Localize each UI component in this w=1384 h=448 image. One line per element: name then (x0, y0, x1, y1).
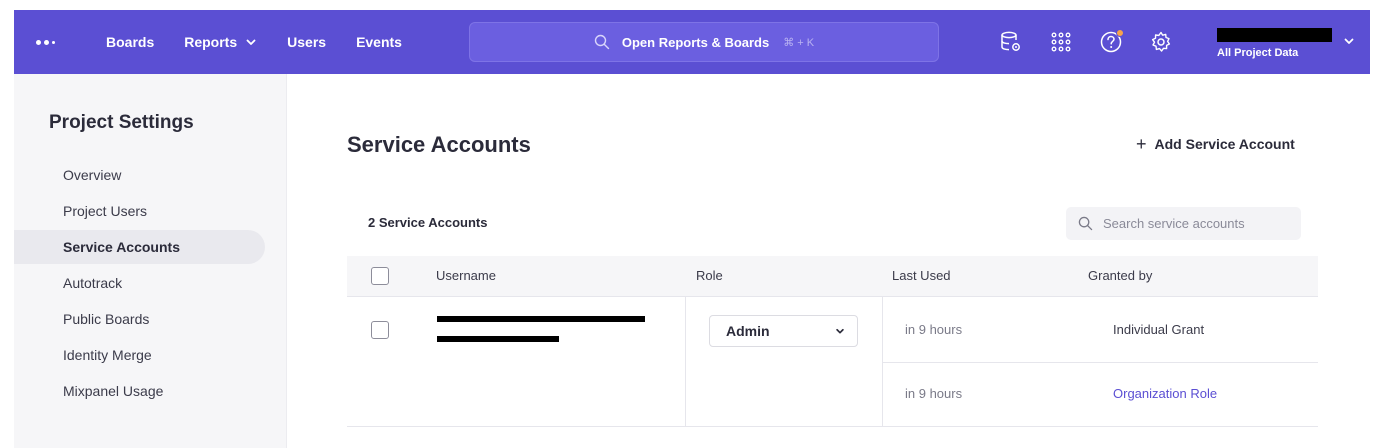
settings-gear-icon[interactable] (1149, 30, 1173, 54)
project-data-label: All Project Data (1217, 47, 1299, 59)
nav-events[interactable]: Events (356, 34, 402, 50)
last-used-cell: in 9 hours (905, 386, 963, 401)
search-label: Open Reports & Boards (621, 34, 770, 50)
search-icon (1078, 216, 1093, 231)
sidebar-item-identity-merge[interactable]: Identity Merge (14, 338, 265, 372)
chevron-down-icon (246, 39, 256, 45)
add-service-account-label: Add Service Account (1154, 136, 1295, 152)
redacted-username (437, 316, 645, 322)
redacted-project-name (1217, 28, 1332, 42)
plus-icon: + (1136, 134, 1147, 154)
search-shortcut: ⌘ + K (783, 36, 815, 49)
table-row: Admin in 9 hours Individual Grant in 9 h… (347, 297, 1318, 427)
search-service-accounts (1066, 207, 1301, 240)
nav-boards-label: Boards (106, 34, 155, 50)
service-account-count: 2 Service Accounts (368, 215, 488, 230)
search-input[interactable] (1103, 216, 1293, 231)
top-navigation-bar: Boards Reports Users Events Open Reports… (14, 10, 1370, 74)
search-icon (594, 34, 610, 50)
logo-dot (44, 39, 49, 45)
nav-users-label: Users (287, 34, 327, 50)
role-value: Admin (726, 323, 770, 339)
settings-sidebar: Project Settings Overview Project Users … (14, 74, 287, 448)
logo-dot (52, 40, 55, 44)
mixpanel-logo[interactable] (36, 39, 76, 45)
chevron-down-icon (1344, 38, 1354, 44)
last-used-cell: in 9 hours (905, 322, 963, 337)
data-management-icon[interactable] (999, 30, 1023, 54)
role-select[interactable]: Admin (709, 315, 858, 347)
table-header: Username Role Last Used Granted by (347, 256, 1318, 297)
nav-events-label: Events (356, 34, 402, 50)
column-username[interactable]: Username (436, 268, 496, 283)
grant-divider (882, 362, 1318, 363)
granted-by-cell: Individual Grant (1113, 322, 1205, 337)
row-checkbox[interactable] (371, 321, 389, 339)
open-reports-search[interactable]: Open Reports & Boards ⌘ + K (469, 22, 939, 62)
nav-boards[interactable]: Boards (106, 34, 154, 50)
chevron-down-icon (836, 328, 844, 334)
column-role[interactable]: Role (696, 268, 723, 283)
logo-dot (36, 39, 41, 45)
sidebar-item-public-boards[interactable]: Public Boards (14, 302, 265, 336)
select-all-checkbox[interactable] (371, 267, 389, 285)
nav-reports[interactable]: Reports (184, 34, 257, 50)
add-service-account-button[interactable]: + Add Service Account (1136, 132, 1295, 156)
sidebar-item-service-accounts[interactable]: Service Accounts (14, 230, 265, 264)
sidebar-item-mixpanel-usage[interactable]: Mixpanel Usage (14, 374, 265, 408)
page-title: Service Accounts (347, 132, 531, 157)
sidebar-item-autotrack[interactable]: Autotrack (14, 266, 265, 300)
redacted-username (437, 336, 559, 342)
apps-grid-icon[interactable] (1049, 30, 1073, 54)
help-icon[interactable] (1099, 29, 1124, 54)
column-granted-by[interactable]: Granted by (1088, 268, 1152, 283)
nav-reports-label: Reports (184, 34, 238, 50)
nav-icon-group (999, 10, 1173, 74)
column-divider (685, 297, 686, 427)
sidebar-item-project-users[interactable]: Project Users (14, 194, 265, 228)
sidebar-item-overview[interactable]: Overview (14, 158, 265, 192)
nav-users[interactable]: Users (287, 34, 326, 50)
notification-dot (1116, 29, 1124, 37)
organization-role-link[interactable]: Organization Role (1113, 386, 1217, 401)
sidebar-title: Project Settings (49, 112, 194, 133)
project-switcher[interactable]: All Project Data (1217, 24, 1367, 62)
column-last-used[interactable]: Last Used (892, 268, 951, 283)
